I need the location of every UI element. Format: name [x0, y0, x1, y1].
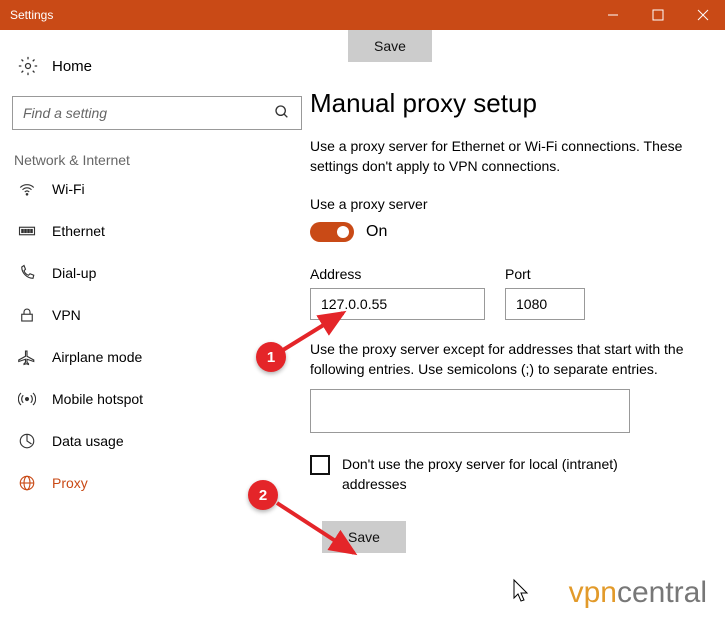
address-label: Address	[310, 266, 485, 282]
nav-label: Airplane mode	[52, 349, 142, 365]
maximize-button[interactable]	[635, 0, 680, 30]
airplane-icon	[18, 348, 36, 366]
annotation-arrow-2	[272, 498, 372, 568]
save-button-top[interactable]: Save	[348, 30, 432, 62]
description: Use a proxy server for Ethernet or Wi-Fi…	[310, 137, 690, 176]
vpn-icon	[18, 306, 36, 324]
sidebar: Home Network & Internet Wi-Fi Ethernet D…	[0, 30, 310, 632]
sidebar-item-hotspot[interactable]: Mobile hotspot	[12, 378, 300, 420]
nav-label: Ethernet	[52, 223, 105, 239]
except-textarea[interactable]	[310, 389, 630, 433]
sidebar-item-wifi[interactable]: Wi-Fi	[12, 178, 300, 210]
local-addresses-checkbox[interactable]	[310, 455, 330, 475]
ethernet-icon	[18, 222, 36, 240]
nav-label: Data usage	[52, 433, 124, 449]
proxy-toggle[interactable]	[310, 222, 354, 242]
proxy-icon	[18, 474, 36, 492]
watermark-logo: vpncentral	[569, 576, 707, 610]
sidebar-item-dialup[interactable]: Dial-up	[12, 252, 300, 294]
nav-label: Wi-Fi	[52, 181, 85, 197]
data-usage-icon	[18, 432, 36, 450]
wifi-icon	[18, 180, 36, 198]
home-link[interactable]: Home	[12, 48, 300, 90]
except-text: Use the proxy server except for addresse…	[310, 340, 690, 379]
group-label: Network & Internet	[12, 152, 300, 178]
sidebar-item-vpn[interactable]: VPN	[12, 294, 300, 336]
gear-icon	[18, 56, 38, 76]
use-proxy-label: Use a proxy server	[310, 196, 707, 212]
port-label: Port	[505, 266, 585, 282]
port-input[interactable]	[505, 288, 585, 320]
heading: Manual proxy setup	[310, 88, 707, 119]
titlebar: Settings	[0, 0, 725, 30]
close-button[interactable]	[680, 0, 725, 30]
minimize-button[interactable]	[590, 0, 635, 30]
annotation-arrow-1	[278, 305, 358, 360]
sidebar-item-datausage[interactable]: Data usage	[12, 420, 300, 462]
nav-label: Mobile hotspot	[52, 391, 143, 407]
checkbox-label: Don't use the proxy server for local (in…	[342, 455, 682, 494]
hotspot-icon	[18, 390, 36, 408]
sidebar-item-ethernet[interactable]: Ethernet	[12, 210, 300, 252]
window-title: Settings	[10, 8, 53, 22]
main: Save Manual proxy setup Use a proxy serv…	[310, 30, 725, 632]
nav-label: Dial-up	[52, 265, 96, 281]
home-label: Home	[52, 58, 92, 75]
search-wrapper	[12, 96, 300, 130]
cursor-icon	[512, 578, 530, 602]
toggle-state: On	[366, 223, 387, 241]
dialup-icon	[18, 264, 36, 282]
search-input[interactable]	[12, 96, 302, 130]
nav-label: VPN	[52, 307, 81, 323]
search-icon	[274, 104, 290, 120]
nav-label: Proxy	[52, 475, 88, 491]
